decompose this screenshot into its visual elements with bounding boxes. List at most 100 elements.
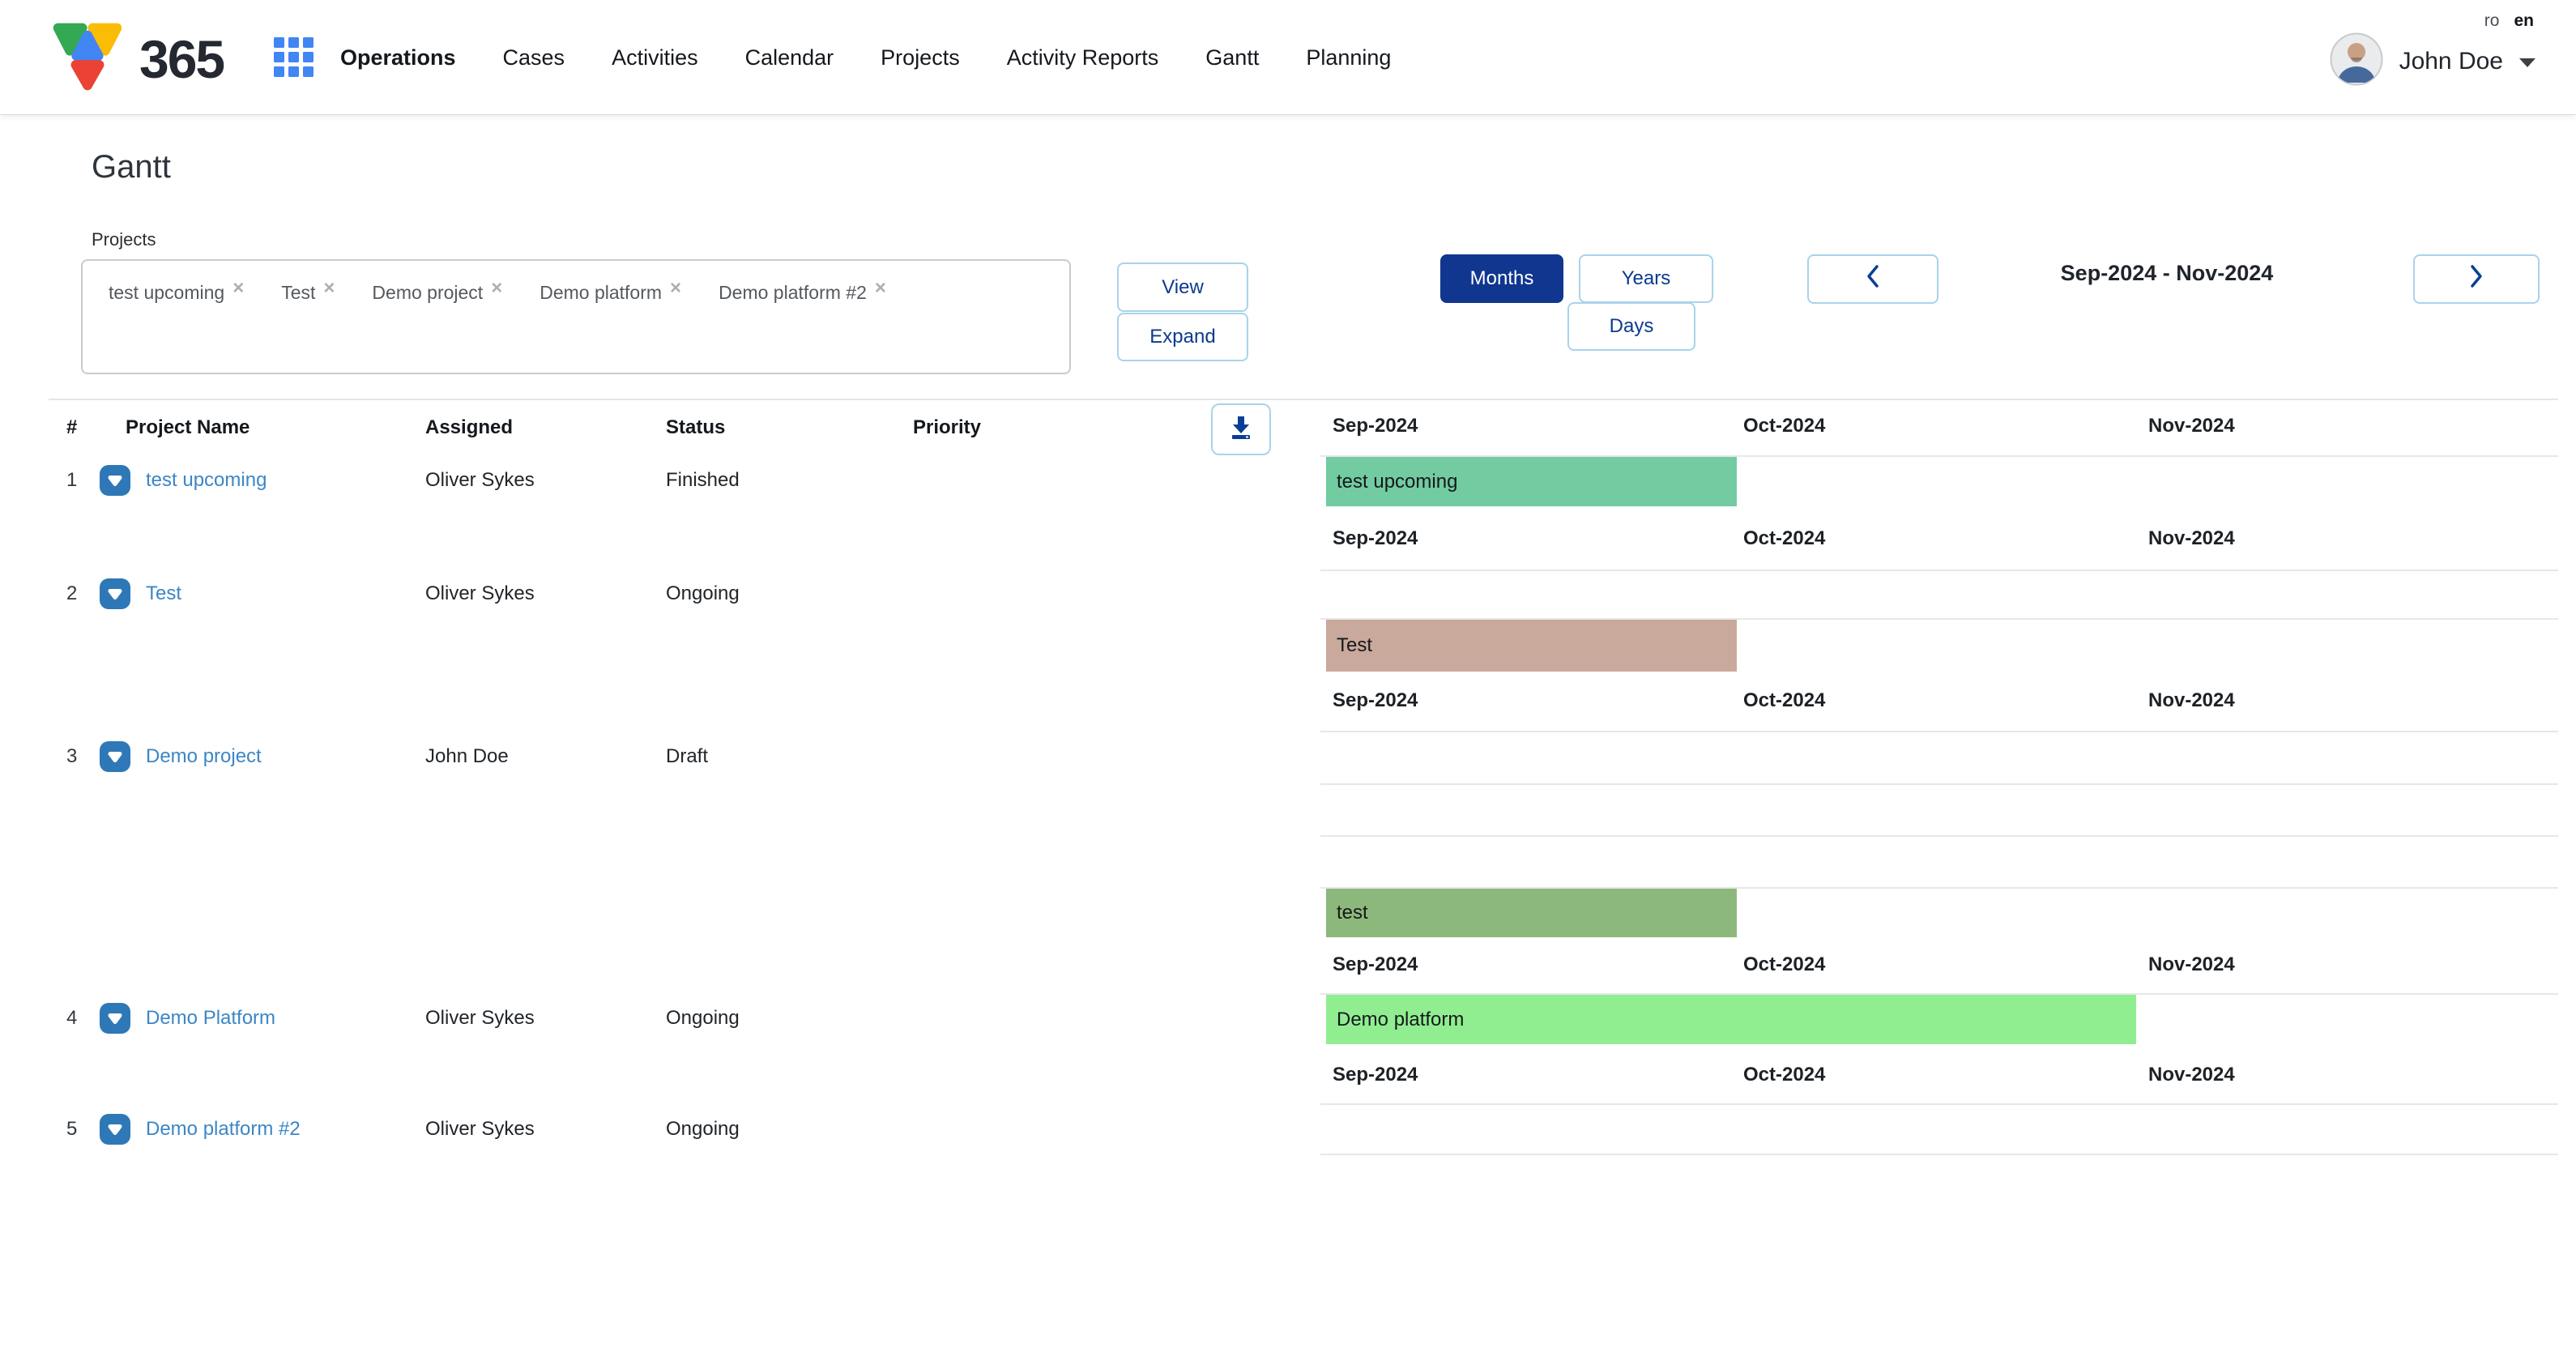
close-icon[interactable]: × bbox=[323, 279, 335, 298]
chip-label: test upcoming bbox=[109, 282, 224, 304]
close-icon[interactable]: × bbox=[670, 279, 681, 298]
gantt-bar-test-activity[interactable]: test bbox=[1326, 889, 1737, 937]
assigned-cell: Oliver Sykes bbox=[425, 469, 666, 492]
project-name-link[interactable]: Demo Platform bbox=[146, 1007, 425, 1030]
row-number: 5 bbox=[66, 1118, 99, 1141]
gantt-row-empty bbox=[1320, 731, 2558, 783]
assigned-cell: Oliver Sykes bbox=[425, 1007, 666, 1030]
close-icon[interactable]: × bbox=[491, 279, 502, 298]
nav-item-projects[interactable]: Projects bbox=[881, 45, 960, 70]
status-cell: Draft bbox=[666, 745, 913, 768]
scale-months-button[interactable]: Months bbox=[1440, 254, 1563, 303]
scale-days-button[interactable]: Days bbox=[1567, 302, 1695, 351]
collapse-row-icon[interactable] bbox=[99, 1002, 146, 1034]
table-row: 3 Demo project John Doe Draft bbox=[0, 739, 1320, 774]
previous-period-button[interactable] bbox=[1807, 254, 1938, 304]
gantt-row-empty bbox=[1320, 835, 2558, 887]
project-name-link[interactable]: Demo project bbox=[146, 745, 425, 768]
month-label: Nov-2024 bbox=[2148, 953, 2235, 976]
chip-demo-platform-2: Demo platform #2 × bbox=[719, 282, 886, 304]
project-name-link[interactable]: Demo platform #2 bbox=[146, 1118, 425, 1141]
user-menu[interactable]: John Doe bbox=[2330, 32, 2535, 90]
table-row: 5 Demo platform #2 Oliver Sykes Ongoing bbox=[0, 1111, 1320, 1147]
gantt-month-header: Sep-2024 Oct-2024 Nov-2024 bbox=[1320, 506, 2558, 569]
brand-logo[interactable]: 365 bbox=[47, 18, 224, 100]
month-label: Oct-2024 bbox=[1743, 953, 1825, 976]
gantt-bar-label: Demo platform bbox=[1337, 1009, 1464, 1031]
month-label: Nov-2024 bbox=[2148, 527, 2235, 550]
gantt-month-header: Sep-2024 Oct-2024 Nov-2024 bbox=[1320, 399, 2558, 455]
download-icon bbox=[1228, 414, 1254, 446]
chip-label: Demo project bbox=[372, 282, 483, 304]
gantt-row: Demo platform bbox=[1320, 993, 2558, 1044]
month-label: Oct-2024 bbox=[1743, 1064, 1825, 1086]
month-label: Nov-2024 bbox=[2148, 1064, 2235, 1086]
column-header-name: Project Name bbox=[126, 416, 249, 439]
chip-label: Test bbox=[281, 282, 315, 304]
gantt-bar-label: test bbox=[1337, 902, 1368, 924]
gantt-page: 365 Operations Cases Activities Calendar… bbox=[0, 0, 2576, 1348]
table-row: 2 Test Oliver Sykes Ongoing bbox=[0, 576, 1320, 612]
main-navigation: Operations Cases Activities Calendar Pro… bbox=[340, 0, 1391, 115]
next-period-button[interactable] bbox=[2413, 254, 2540, 304]
chevron-down-icon bbox=[2519, 58, 2535, 67]
nav-item-operations[interactable]: Operations bbox=[340, 45, 456, 70]
collapse-row-icon[interactable] bbox=[99, 740, 146, 773]
row-number: 1 bbox=[66, 469, 99, 492]
table-row: 4 Demo Platform Oliver Sykes Ongoing bbox=[0, 1000, 1320, 1036]
gantt-row: Test bbox=[1320, 618, 2558, 672]
download-button[interactable] bbox=[1211, 403, 1271, 455]
gantt-month-header: Sep-2024 Oct-2024 Nov-2024 bbox=[1320, 672, 2558, 731]
assigned-cell: John Doe bbox=[425, 745, 666, 768]
top-navbar: 365 Operations Cases Activities Calendar… bbox=[0, 0, 2576, 115]
status-cell: Ongoing bbox=[666, 582, 913, 605]
gantt-month-header: Sep-2024 Oct-2024 Nov-2024 bbox=[1320, 937, 2558, 993]
column-header-assigned: Assigned bbox=[425, 416, 513, 439]
brand-triangles-icon bbox=[47, 18, 128, 100]
column-header-priority: Priority bbox=[913, 416, 981, 439]
language-en[interactable]: en bbox=[2514, 11, 2534, 31]
column-header-status: Status bbox=[666, 416, 725, 439]
collapse-row-icon[interactable] bbox=[99, 1113, 146, 1145]
table-row: 1 test upcoming Oliver Sykes Finished bbox=[0, 463, 1320, 498]
project-name-link[interactable]: Test bbox=[146, 582, 425, 605]
brand-number: 365 bbox=[139, 28, 224, 90]
assigned-cell: Oliver Sykes bbox=[425, 582, 666, 605]
gantt-row-empty bbox=[1320, 783, 2558, 835]
collapse-row-icon[interactable] bbox=[99, 578, 146, 610]
status-cell: Finished bbox=[666, 469, 913, 492]
nav-item-calendar[interactable]: Calendar bbox=[745, 45, 834, 70]
column-header-num: # bbox=[66, 416, 77, 439]
gantt-bar-test-upcoming[interactable]: test upcoming bbox=[1326, 457, 1737, 506]
gantt-bar-test[interactable]: Test bbox=[1326, 620, 1737, 672]
gantt-bar-label: Test bbox=[1337, 634, 1372, 657]
gantt-bar-label: test upcoming bbox=[1337, 471, 1457, 493]
nav-item-activities[interactable]: Activities bbox=[612, 45, 698, 70]
nav-item-planning[interactable]: Planning bbox=[1306, 45, 1391, 70]
view-button[interactable]: View bbox=[1117, 262, 1248, 312]
language-ro[interactable]: ro bbox=[2484, 11, 2500, 31]
row-number: 4 bbox=[66, 1007, 99, 1030]
collapse-row-icon[interactable] bbox=[99, 464, 146, 497]
chip-demo-platform: Demo platform × bbox=[540, 282, 681, 304]
nav-item-gantt[interactable]: Gantt bbox=[1205, 45, 1259, 70]
project-name-link[interactable]: test upcoming bbox=[146, 469, 425, 492]
user-avatar bbox=[2330, 32, 2383, 90]
close-icon[interactable]: × bbox=[875, 279, 886, 298]
gantt-row: test bbox=[1320, 887, 2558, 937]
apps-grid-icon[interactable] bbox=[274, 37, 314, 82]
gantt-row: test upcoming bbox=[1320, 455, 2558, 506]
date-range-label: Sep-2024 - Nov-2024 bbox=[1973, 261, 2361, 286]
month-label: Sep-2024 bbox=[1333, 1064, 1418, 1086]
gantt-row-empty bbox=[1320, 1103, 2558, 1155]
scale-years-button[interactable]: Years bbox=[1579, 254, 1713, 303]
expand-button[interactable]: Expand bbox=[1117, 313, 1248, 361]
gantt-bar-demo-platform[interactable]: Demo platform bbox=[1326, 995, 2136, 1044]
gantt-row-empty bbox=[1320, 569, 2558, 618]
nav-item-activity-reports[interactable]: Activity Reports bbox=[1007, 45, 1159, 70]
close-icon[interactable]: × bbox=[232, 279, 244, 298]
nav-item-cases[interactable]: Cases bbox=[503, 45, 565, 70]
projects-multiselect-input[interactable]: test upcoming × Test × Demo project × De… bbox=[81, 259, 1071, 374]
table-header-row: # Project Name Assigned Status Priority bbox=[0, 416, 1320, 444]
month-label: Oct-2024 bbox=[1743, 689, 1825, 712]
